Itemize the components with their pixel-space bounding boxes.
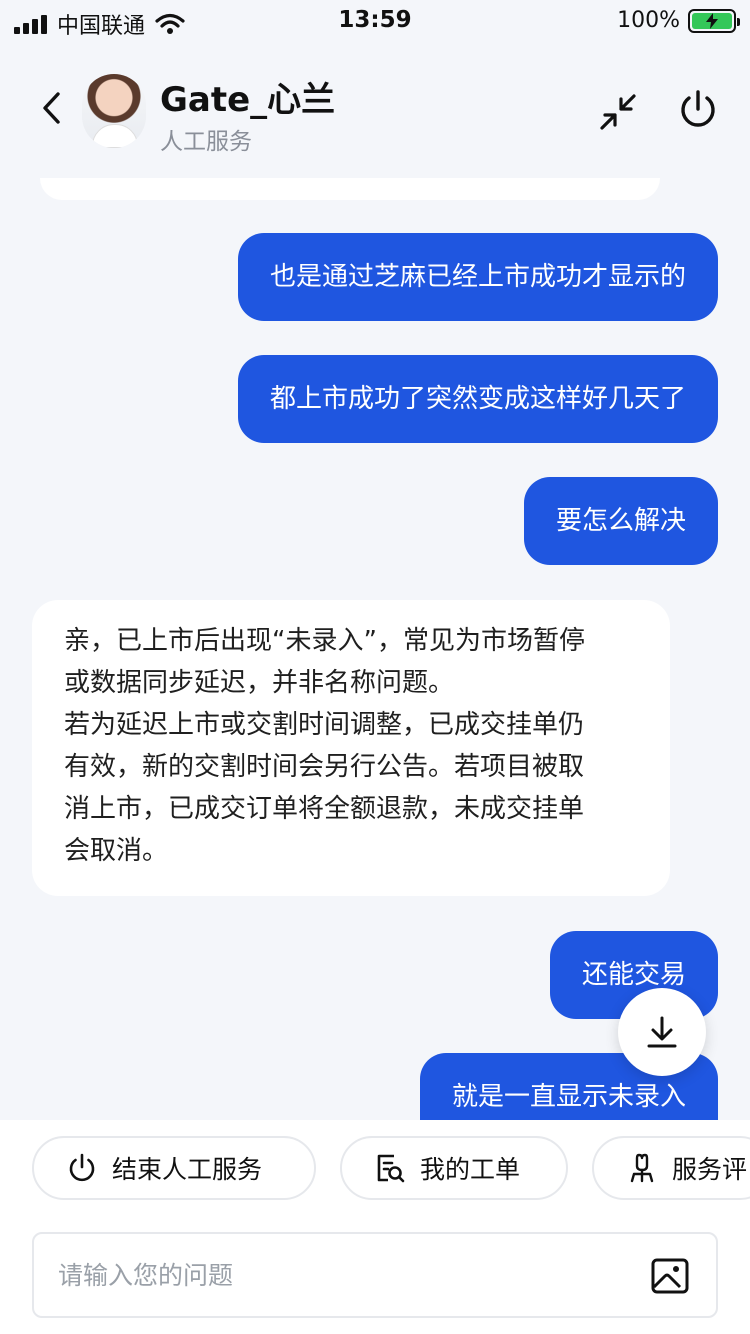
chip-label: 服务评 (672, 1155, 748, 1184)
message-line: 消上市，已成交订单将全额退款，未成交挂单 (64, 794, 585, 824)
end-session-button[interactable] (676, 88, 720, 132)
image-upload-button[interactable] (650, 1256, 690, 1296)
message-text: 都上市成功了突然变成这样好几天了 (269, 384, 686, 414)
message-text: 也是通过芝麻已经上市成功才显示的 (269, 262, 686, 292)
user-message: 也是通过芝麻已经上市成功才显示的 (237, 233, 718, 321)
agent-subtitle: 人工服务 (160, 129, 252, 155)
wifi-icon (155, 13, 185, 34)
cellular-signal-icon (14, 14, 47, 34)
minimize-arrows-icon (600, 94, 636, 130)
scroll-to-bottom-button[interactable] (618, 988, 706, 1076)
chip-label: 结束人工服务 (112, 1155, 263, 1184)
end-human-service-button[interactable]: 结束人工服务 (32, 1136, 316, 1200)
rating-icon (626, 1152, 658, 1184)
chat-screen: 中国联通 13:59 100% Gate_心兰 人工服务 也是通过芝麻已经上市成… (0, 0, 750, 1334)
message-text: 就是一直显示未录入 (451, 1082, 686, 1112)
user-message: 要怎么解决 (523, 477, 718, 565)
message-line: 有效，新的交割时间会另行公告。若项目被取 (64, 752, 585, 782)
status-bar: 中国联通 13:59 100% (0, 0, 750, 44)
back-button[interactable] (32, 88, 72, 128)
message-line: 会取消。 (64, 836, 169, 866)
message-input[interactable] (58, 1234, 618, 1316)
power-icon (66, 1152, 98, 1184)
message-text: 还能交易 (581, 960, 686, 990)
ticket-search-icon (374, 1152, 406, 1184)
my-tickets-button[interactable]: 我的工单 (340, 1136, 568, 1200)
bottom-panel: 结束人工服务 我的工单 服务评 (0, 1120, 750, 1334)
agent-message: 亲，已上市后出现“未录入”，常见为市场暂停 或数据同步延迟，并非名称问题。 若为… (32, 600, 670, 896)
status-left: 中国联通 (14, 8, 185, 40)
download-arrow-icon (647, 1016, 677, 1048)
minimize-button[interactable] (596, 90, 640, 134)
user-message: 都上市成功了突然变成这样好几天了 (237, 355, 718, 443)
agent-avatar (82, 74, 146, 148)
charging-bolt-icon (706, 12, 718, 29)
message-text: 要怎么解决 (555, 506, 686, 536)
message-line: 或数据同步延迟，并非名称问题。 (64, 668, 455, 698)
power-icon (681, 90, 715, 127)
carrier-label: 中国联通 (57, 14, 146, 39)
agent-name: Gate_心兰 (160, 80, 336, 120)
message-line: 亲，已上市后出现“未录入”，常见为市场暂停 (64, 626, 585, 656)
battery-icon (688, 8, 740, 33)
image-icon (651, 1258, 689, 1294)
previous-message-card (40, 178, 660, 200)
chevron-left-icon (43, 92, 60, 124)
service-rating-button[interactable]: 服务评 (592, 1136, 750, 1200)
message-input-box (32, 1232, 718, 1318)
chip-label: 我的工单 (420, 1155, 521, 1184)
chat-header: Gate_心兰 人工服务 (0, 60, 750, 160)
battery-percent: 100% (617, 8, 680, 33)
message-line: 若为延迟上市或交割时间调整，已成交挂单仍 (64, 710, 585, 740)
status-right: 100% (617, 8, 740, 33)
